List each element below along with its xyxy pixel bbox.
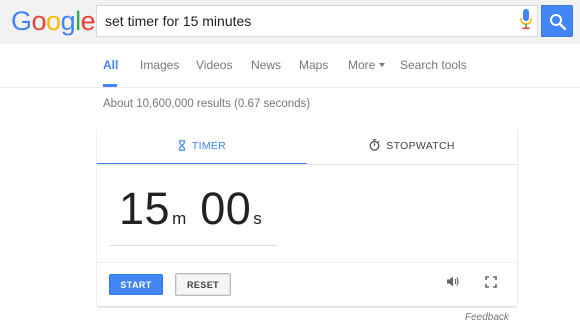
header: Google xyxy=(0,0,580,44)
fullscreen-icon[interactable] xyxy=(485,276,497,288)
seconds-unit: s xyxy=(253,209,262,228)
mic-icon[interactable] xyxy=(520,9,532,31)
search-icon xyxy=(550,14,567,31)
logo-letter: G xyxy=(11,6,32,36)
tab-stopwatch-label: STOPWATCH xyxy=(386,140,455,152)
nav-tab-images[interactable]: Images xyxy=(140,44,179,87)
nav-tab-videos[interactable]: Videos xyxy=(196,44,232,87)
nav-tab-more[interactable]: More xyxy=(348,44,386,87)
reset-button[interactable]: RESET xyxy=(175,273,231,296)
logo-letter: o xyxy=(46,6,61,36)
timer-display[interactable]: 15 m 00 s xyxy=(119,186,276,231)
nav-tab-news[interactable]: News xyxy=(251,44,281,87)
search-nav: All Images Videos News Maps More Search … xyxy=(0,44,580,88)
tab-divider xyxy=(97,164,517,165)
tab-timer-label: TIMER xyxy=(191,140,227,152)
seconds-value: 00 xyxy=(200,183,252,234)
hourglass-icon xyxy=(178,140,186,151)
nav-tab-maps[interactable]: Maps xyxy=(299,44,328,87)
nav-search-tools[interactable]: Search tools xyxy=(400,44,467,87)
results-area: About 10,600,000 results (0.67 seconds) … xyxy=(0,88,580,328)
logo-letter: g xyxy=(60,6,76,36)
result-stats: About 10,600,000 results (0.67 seconds) xyxy=(103,98,311,110)
logo-letter: o xyxy=(31,6,47,36)
tab-timer[interactable]: TIMER xyxy=(97,128,307,165)
tab-stopwatch[interactable]: STOPWATCH xyxy=(307,128,517,165)
card-divider xyxy=(97,262,517,263)
search-input[interactable] xyxy=(105,6,505,36)
timer-card: TIMER STOPWATCH 15 m 00 s START RESET xyxy=(97,128,517,306)
minutes-value: 15 xyxy=(119,183,171,234)
logo-letter: e xyxy=(80,6,96,36)
search-box xyxy=(96,5,538,37)
search-button[interactable] xyxy=(541,5,573,37)
speaker-icon[interactable] xyxy=(446,275,460,288)
google-logo[interactable]: Google xyxy=(11,6,96,36)
stopwatch-icon xyxy=(369,139,380,151)
nav-more-label: More xyxy=(348,58,376,72)
timer-input-underline xyxy=(109,245,277,246)
minutes-unit: m xyxy=(172,209,187,228)
nav-tab-all[interactable]: All xyxy=(103,44,118,87)
start-button[interactable]: START xyxy=(109,274,163,295)
feedback-link[interactable]: Feedback xyxy=(465,312,509,323)
caret-down-icon xyxy=(379,63,386,67)
